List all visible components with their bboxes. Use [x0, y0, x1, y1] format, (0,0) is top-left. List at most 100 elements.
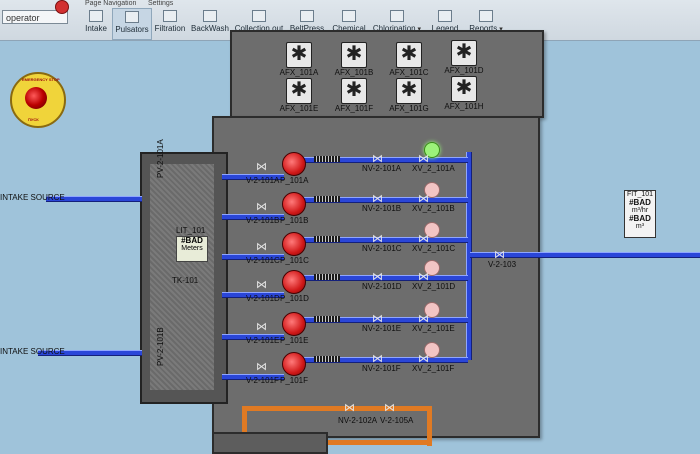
fan-icon	[286, 42, 312, 68]
inlet-valve[interactable]	[256, 360, 270, 373]
pump-label: P_101D	[280, 294, 309, 303]
pump-label: P_101A	[280, 176, 309, 185]
fan-afx-101a[interactable]: AFX_101A	[270, 42, 328, 78]
fan-afx-101g[interactable]: AFX_101G	[380, 78, 438, 114]
chlorination-icon	[390, 10, 404, 22]
inlet-valve-label: V-2-101B	[246, 216, 280, 225]
fan-afx-101f[interactable]: AFX_101F	[325, 78, 383, 114]
chemical-icon	[342, 10, 356, 22]
xv-valve[interactable]	[418, 152, 432, 165]
nv-valve[interactable]	[372, 352, 386, 365]
inlet-valve-label: V-2-101D	[246, 294, 280, 303]
pv-2-101b-label: PV-2-101B	[156, 327, 165, 366]
pump-icon[interactable]	[282, 352, 306, 376]
logout-icon[interactable]	[55, 0, 69, 14]
pump-icon[interactable]	[282, 192, 306, 216]
fan-afx-101h[interactable]: AFX_101H	[435, 76, 493, 112]
fan-afx-101d[interactable]: AFX_101D	[435, 40, 493, 76]
inlet-valve[interactable]	[256, 200, 270, 213]
level-indicator-lit-101[interactable]: #BAD Meters	[176, 236, 208, 262]
coupling-icon	[314, 316, 340, 322]
nav-filtration-button[interactable]: Filtration	[152, 8, 188, 38]
v-2-105a-label: V-2-105A	[380, 416, 414, 425]
pump-label: P_101C	[280, 256, 309, 265]
nav-intake-button[interactable]: Intake	[80, 8, 112, 38]
fan-icon	[396, 42, 422, 68]
page-navigation-group-label: Page Navigation	[85, 0, 137, 7]
xv-valve-label: XV_2_101C	[412, 244, 456, 253]
intake-source-label-top: INTAKE SOURCE	[0, 193, 65, 202]
overflow-pipe-top	[242, 406, 432, 411]
nv-valve[interactable]	[372, 232, 386, 245]
xv-valve-label: XV_2_101F	[412, 364, 455, 373]
v-2-103-valve[interactable]	[494, 248, 508, 261]
xv-valve[interactable]	[418, 352, 432, 365]
coupling-icon	[314, 196, 340, 202]
lit-tag: LIT_101	[176, 226, 206, 235]
fit-total-unit: m³	[635, 223, 645, 230]
legend-icon	[438, 10, 452, 22]
nv-valve-label: NV-2-101A	[362, 164, 402, 173]
xv-valve-label: XV_2_101D	[412, 282, 456, 291]
pump-label: P_101E	[280, 336, 309, 345]
nv-valve[interactable]	[372, 152, 386, 165]
nv-valve[interactable]	[372, 192, 386, 205]
pump-icon[interactable]	[282, 232, 306, 256]
coupling-icon	[314, 356, 340, 362]
lower-panel	[212, 432, 328, 454]
collection-out-icon	[252, 10, 266, 22]
pump-icon[interactable]	[282, 270, 306, 294]
lit-unit: Meters	[181, 245, 203, 252]
xv-valve-label: XV_2_101B	[412, 204, 455, 213]
pv-2-101a-label: PV-2-101A	[156, 139, 165, 178]
inlet-valve-label: V-2-101C	[246, 256, 280, 265]
fit-total-value: #BAD	[629, 214, 651, 223]
nav-pulsators-button[interactable]: Pulsators	[112, 8, 152, 40]
fan-icon	[451, 40, 477, 66]
fan-icon	[396, 78, 422, 104]
nv-valve-label: NV-2-101E	[362, 324, 402, 333]
backwash-icon	[203, 10, 217, 22]
inlet-valve[interactable]	[256, 160, 270, 173]
inlet-valve-label: V-2-101F	[246, 376, 279, 385]
fan-afx-101c[interactable]: AFX_101C	[380, 42, 438, 78]
nv-valve[interactable]	[372, 312, 386, 325]
xv-valve[interactable]	[418, 232, 432, 245]
nv-valve-label: NV-2-101D	[362, 282, 402, 291]
nv-2-102a-label: NV-2-102A	[338, 416, 378, 425]
nv-valve[interactable]	[372, 270, 386, 283]
inlet-valve[interactable]	[256, 240, 270, 253]
coupling-icon	[314, 274, 340, 280]
fan-icon	[451, 76, 477, 102]
beltpress-icon	[300, 10, 314, 22]
emergency-stop-icon[interactable]	[25, 87, 47, 109]
flow-indicator-fit-101[interactable]: FIT_101 #BAD m³/hr #BAD m³	[624, 190, 656, 238]
fan-icon	[286, 78, 312, 104]
pump-icon[interactable]	[282, 152, 306, 176]
lit-value: #BAD	[181, 236, 203, 245]
intake-icon	[89, 10, 103, 22]
xv-valve-label: XV_2_101E	[412, 324, 455, 333]
fan-afx-101e[interactable]: AFX_101E	[270, 78, 328, 114]
coupling-icon	[314, 156, 340, 162]
coupling-icon	[314, 236, 340, 242]
inlet-valve[interactable]	[256, 320, 270, 333]
inlet-valve-label: V-2-101E	[246, 336, 280, 345]
pump-label: P_101F	[280, 376, 309, 385]
nav-backwash-button[interactable]: BackWash	[190, 8, 230, 38]
inlet-valve[interactable]	[256, 278, 270, 291]
filtration-icon	[163, 10, 177, 22]
xv-valve[interactable]	[418, 192, 432, 205]
xv-valve[interactable]	[418, 312, 432, 325]
intake-source-label-bottom: INTAKE SOURCE	[0, 347, 65, 356]
nv-2-102a-valve[interactable]	[344, 401, 358, 414]
fan-afx-101b[interactable]: AFX_101B	[325, 42, 383, 78]
nv-valve-label: NV-2-101B	[362, 204, 402, 213]
xv-valve[interactable]	[418, 270, 432, 283]
estop-bottom-label: ПУСК	[28, 117, 39, 122]
v-2-105a-valve[interactable]	[384, 401, 398, 414]
pump-icon[interactable]	[282, 312, 306, 336]
pump-label: P_101B	[280, 216, 309, 225]
fan-icon	[341, 78, 367, 104]
nv-valve-label: NV-2-101C	[362, 244, 402, 253]
